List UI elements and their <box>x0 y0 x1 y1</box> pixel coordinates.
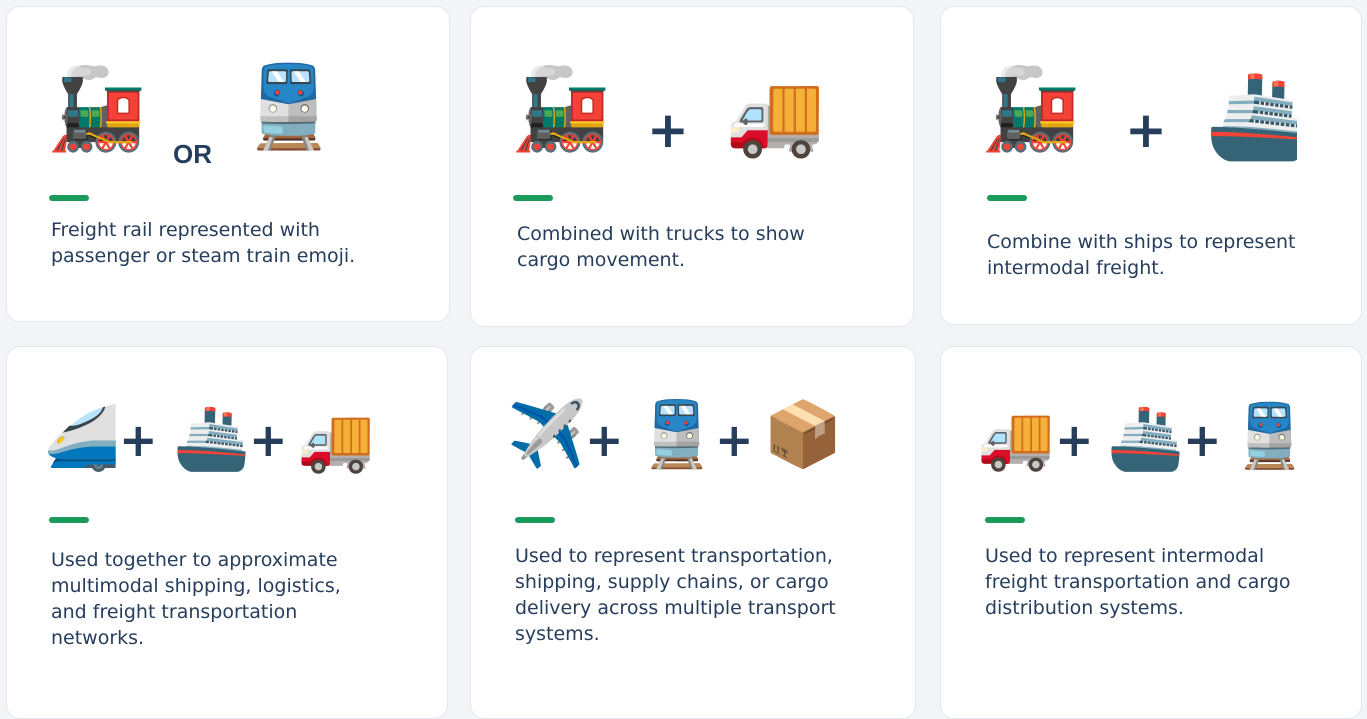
card-description: Used together to approximate multimodal … <box>51 549 341 649</box>
emoji-card-supply-chain: ✈️ + 🚆 + 📦 Used to represent transportat… <box>470 346 916 719</box>
delivery-truck-icon: 🚚 <box>297 403 375 476</box>
plus-separator: + <box>715 413 754 467</box>
delivery-truck-icon: 🚚 <box>977 401 1055 474</box>
plus-separator: + <box>1055 413 1094 467</box>
airplane-icon: ✈️ <box>507 398 587 472</box>
accent-divider <box>987 195 1027 201</box>
ship-icon: 🚢 <box>1107 401 1185 474</box>
card-description: Combine with ships to represent intermod… <box>987 231 1296 279</box>
high-speed-train-icon: 🚄 <box>43 401 121 474</box>
accent-divider <box>515 517 555 523</box>
emoji-card-steam-or-train: 🚂 OR 🚆 Freight rail represented with pas… <box>6 6 450 322</box>
plus-separator: + <box>585 413 624 467</box>
accent-divider <box>513 195 553 201</box>
plus-separator: + <box>1183 413 1222 467</box>
card-description: Used to represent intermodal freight tra… <box>985 545 1291 619</box>
accent-divider <box>49 195 89 201</box>
delivery-truck-icon: 🚚 <box>725 68 825 161</box>
train-icon: 🚆 <box>637 398 717 472</box>
emoji-card-steam-plus-ship: 🚂 + 🚢 Combine with ships to represent in… <box>940 6 1362 325</box>
accent-divider <box>985 517 1025 523</box>
steam-locomotive-icon: 🚂 <box>47 62 147 155</box>
ship-icon: 🚢 <box>173 401 251 474</box>
plus-separator: + <box>647 101 689 159</box>
emoji-card-intermodal-distribution: 🚚 + 🚢 + 🚆 Used to represent intermodal f… <box>940 346 1362 719</box>
card-description: Freight rail represented with passenger … <box>51 219 356 267</box>
ship-icon: 🚢 <box>1205 67 1297 164</box>
train-icon: 🚆 <box>239 60 339 153</box>
package-icon: 📦 <box>763 398 843 472</box>
emoji-card-steam-plus-truck: 🚂 + 🚚 Combined with trucks to show cargo… <box>470 6 914 327</box>
card-description: Combined with trucks to show cargo movem… <box>517 223 805 271</box>
accent-divider <box>49 517 89 523</box>
steam-locomotive-icon: 🚂 <box>981 62 1081 155</box>
emoji-card-multimodal-shipping: 🚄 + 🚢 + 🚚 Used together to approximate m… <box>6 346 448 719</box>
plus-separator: + <box>249 413 288 467</box>
plus-separator: + <box>1125 101 1167 159</box>
steam-locomotive-icon: 🚂 <box>511 62 611 155</box>
or-separator: OR <box>173 139 212 169</box>
card-description: Used to represent transportation, shippi… <box>515 545 836 645</box>
plus-separator: + <box>119 413 158 467</box>
train-icon: 🚆 <box>1231 399 1309 472</box>
